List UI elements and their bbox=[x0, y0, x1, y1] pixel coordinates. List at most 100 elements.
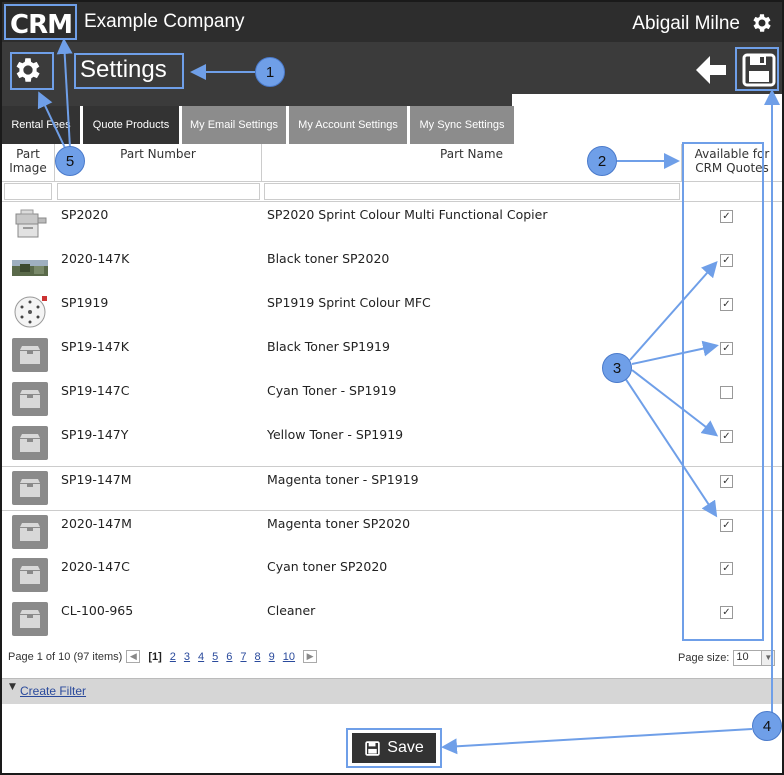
part-number-cell: SP19-147M bbox=[61, 472, 132, 487]
part-number-cell: SP1919 bbox=[61, 295, 109, 310]
prev-page-button[interactable]: ◀ bbox=[126, 650, 141, 663]
placeholder-image-icon bbox=[12, 338, 48, 372]
tab-my-account-settings[interactable]: My Account Settings bbox=[289, 106, 407, 144]
back-arrow-icon[interactable] bbox=[694, 54, 728, 86]
available-checkbox[interactable]: ✓ bbox=[720, 519, 733, 532]
filter-part-name[interactable] bbox=[264, 183, 680, 200]
user-name[interactable]: Abigail Milne bbox=[632, 13, 740, 35]
page-size-label: Page size: bbox=[678, 652, 730, 664]
tab-quote-products[interactable]: Quote Products bbox=[83, 106, 179, 144]
part-number-cell: SP19-147Y bbox=[61, 427, 129, 442]
pager-page-link[interactable]: 10 bbox=[283, 651, 295, 663]
page-size-control: Page size: 10 ▼ bbox=[678, 650, 776, 666]
filter-row bbox=[2, 182, 782, 202]
available-checkbox[interactable]: ✓ bbox=[720, 254, 733, 267]
placeholder-image-icon bbox=[12, 602, 48, 636]
available-checkbox[interactable]: ✓ bbox=[720, 475, 733, 488]
chevron-down-icon[interactable]: ▼ bbox=[761, 651, 775, 665]
part-image bbox=[12, 250, 48, 284]
part-image bbox=[12, 206, 48, 240]
part-number-cell: 2020-147M bbox=[61, 516, 132, 531]
crm-logo[interactable]: CRM bbox=[8, 8, 76, 38]
tab-my-email-settings[interactable]: My Email Settings bbox=[182, 106, 286, 144]
svg-text:CRM: CRM bbox=[10, 10, 72, 38]
part-number-cell: CL-100-965 bbox=[61, 603, 134, 618]
part-name-cell: SP1919 Sprint Colour MFC bbox=[267, 295, 431, 310]
pager-page-link[interactable]: 5 bbox=[212, 651, 218, 663]
column-header-part-number[interactable]: Part Number bbox=[55, 144, 262, 182]
part-name-cell: Black Toner SP1919 bbox=[267, 339, 390, 354]
top-bar: CRM Example Company Abigail Milne bbox=[2, 2, 782, 42]
grid-header: Part Image Part Number Part Name Availab… bbox=[2, 144, 782, 182]
table-row[interactable]: SP19-147C Cyan Toner - SP1919 bbox=[2, 378, 782, 422]
column-header-part-name[interactable]: Part Name bbox=[262, 144, 682, 182]
part-name-cell: Cleaner bbox=[267, 603, 316, 618]
settings-bar: Settings bbox=[2, 42, 782, 94]
available-checkbox[interactable]: ✓ bbox=[720, 298, 733, 311]
table-row[interactable]: SP19-147M Magenta toner - SP1919 ✓ bbox=[2, 466, 782, 510]
placeholder-image-icon bbox=[12, 382, 48, 416]
part-name-cell: Magenta toner SP2020 bbox=[267, 516, 411, 531]
table-row[interactable]: SP19-147K Black Toner SP1919 ✓ bbox=[2, 334, 782, 378]
part-name-cell: SP2020 Sprint Colour Multi Functional Co… bbox=[267, 207, 548, 222]
table-row[interactable]: 2020-147M Magenta toner SP2020 ✓ bbox=[2, 510, 782, 554]
available-checkbox[interactable]: ✓ bbox=[720, 210, 733, 223]
placeholder-image-icon bbox=[12, 426, 48, 460]
table-row[interactable]: SP1919 SP1919 Sprint Colour MFC ✓ bbox=[2, 290, 782, 334]
page-size-select[interactable]: 10 ▼ bbox=[733, 650, 776, 666]
available-checkbox[interactable]: ✓ bbox=[720, 430, 733, 443]
available-checkbox[interactable]: ✓ bbox=[720, 342, 733, 355]
placeholder-image-icon bbox=[12, 471, 48, 505]
part-number-cell: 2020-147K bbox=[61, 251, 130, 266]
tab-rental-fees[interactable]: Rental Fees bbox=[2, 106, 80, 144]
annotation-badge-4: 4 bbox=[752, 711, 782, 741]
part-name-cell: Cyan Toner - SP1919 bbox=[267, 383, 397, 398]
table-row[interactable]: SP2020 SP2020 Sprint Colour Multi Functio… bbox=[2, 202, 782, 246]
pager-summary: Page 1 of 10 (97 items) bbox=[8, 650, 123, 663]
filter-part-number[interactable] bbox=[57, 183, 260, 200]
next-page-button[interactable]: ▶ bbox=[303, 650, 318, 663]
grid-rows: SP2020 SP2020 Sprint Colour Multi Functio… bbox=[2, 202, 782, 642]
save-button[interactable]: Save bbox=[352, 733, 436, 763]
save-icon[interactable] bbox=[740, 50, 778, 90]
column-header-part-image[interactable]: Part Image bbox=[2, 144, 55, 182]
part-number-cell: 2020-147C bbox=[61, 559, 130, 574]
placeholder-image-icon bbox=[12, 558, 48, 592]
create-filter-link[interactable]: Create Filter bbox=[20, 684, 86, 698]
table-row[interactable]: SP19-147Y Yellow Toner - SP1919 ✓ bbox=[2, 422, 782, 466]
available-checkbox[interactable]: ✓ bbox=[720, 606, 733, 619]
pager-page-link[interactable]: 9 bbox=[269, 651, 275, 663]
settings-tabs: Rental Fees Quote Products My Email Sett… bbox=[2, 106, 514, 144]
pager-page-link[interactable]: 6 bbox=[226, 651, 232, 663]
table-row[interactable]: 2020-147K Black toner SP2020 ✓ bbox=[2, 246, 782, 290]
products-grid: Part Image Part Number Part Name Availab… bbox=[2, 144, 782, 642]
page-title: Settings bbox=[80, 56, 167, 83]
available-checkbox[interactable]: ✓ bbox=[720, 562, 733, 575]
part-name-cell: Cyan toner SP2020 bbox=[267, 559, 388, 574]
annotation-badge-5: 5 bbox=[55, 146, 85, 176]
table-row[interactable]: CL-100-965 Cleaner ✓ bbox=[2, 598, 782, 642]
tab-my-sync-settings[interactable]: My Sync Settings bbox=[410, 106, 514, 144]
pager-page-link[interactable]: 2 bbox=[170, 651, 176, 663]
settings-bar-extension bbox=[2, 94, 512, 106]
pager: Page 1 of 10 (97 items) ◀ [1] 2 3 4 5 6 … bbox=[8, 650, 321, 663]
part-number-cell: SP19-147C bbox=[61, 383, 130, 398]
pager-page-link[interactable]: 3 bbox=[184, 651, 190, 663]
save-icon bbox=[365, 740, 380, 756]
pager-page-link[interactable]: 4 bbox=[198, 651, 204, 663]
funnel-icon: ▼ bbox=[9, 682, 16, 692]
pager-page-link[interactable]: 7 bbox=[240, 651, 246, 663]
gear-icon[interactable] bbox=[750, 11, 774, 35]
column-header-available[interactable]: Available for CRM Quotes bbox=[682, 144, 782, 182]
save-button-label: Save bbox=[387, 739, 424, 756]
filter-part-image[interactable] bbox=[4, 183, 52, 200]
part-number-cell: SP2020 bbox=[61, 207, 109, 222]
part-image bbox=[12, 294, 48, 328]
settings-gear-icon[interactable] bbox=[12, 54, 44, 86]
annotation-badge-1: 1 bbox=[255, 57, 285, 87]
part-name-cell: Yellow Toner - SP1919 bbox=[267, 427, 404, 442]
table-row[interactable]: 2020-147C Cyan toner SP2020 ✓ bbox=[2, 554, 782, 598]
pager-page-link[interactable]: 8 bbox=[255, 651, 261, 663]
annotation-badge-2: 2 bbox=[587, 146, 617, 176]
available-checkbox[interactable] bbox=[720, 386, 733, 399]
